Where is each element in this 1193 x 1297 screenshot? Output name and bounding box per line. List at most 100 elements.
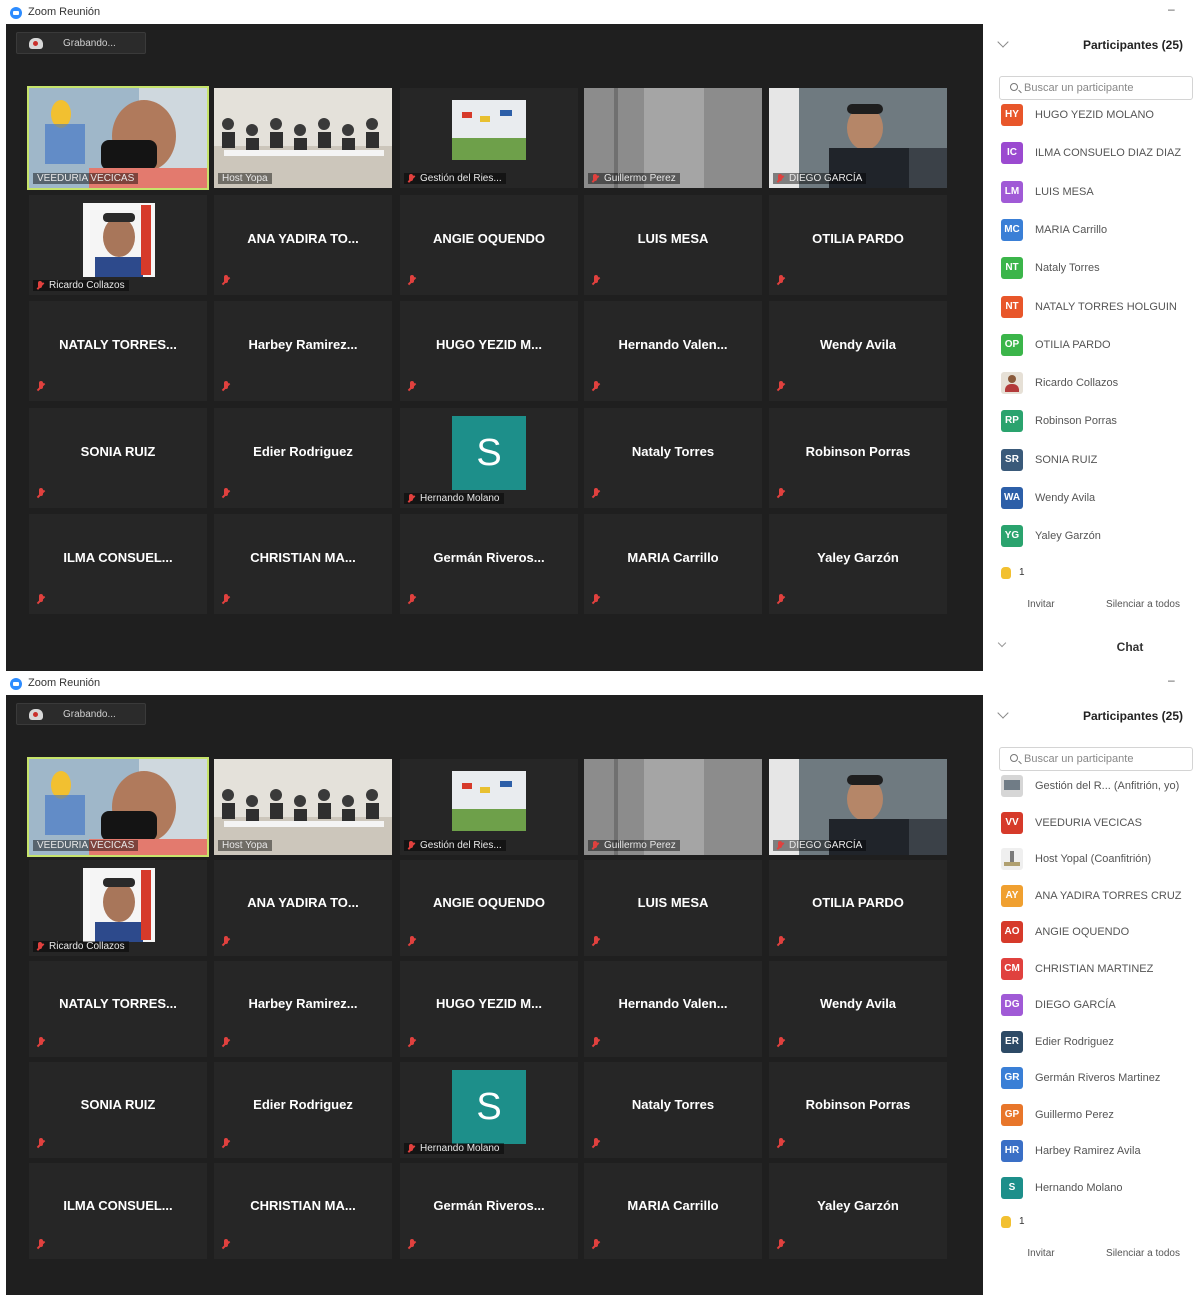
participant-row[interactable]: DG DIEGO GARCÍA xyxy=(1001,994,1193,1018)
video-tile[interactable]: ILMA CONSUEL... xyxy=(29,1163,207,1259)
video-tile[interactable]: CHRISTIAN MA... xyxy=(214,514,392,614)
video-tile[interactable]: Harbey Ramirez... xyxy=(214,301,392,401)
video-tile[interactable]: Robinson Porras xyxy=(769,1062,947,1158)
video-tile[interactable]: CHRISTIAN MA... xyxy=(214,1163,392,1259)
muted-mic-icon xyxy=(408,1239,416,1251)
video-tile[interactable]: Germán Riveros... xyxy=(400,1163,578,1259)
video-tile[interactable]: ANGIE OQUENDO xyxy=(400,195,578,295)
video-tile[interactable]: Guillermo Perez xyxy=(584,88,762,188)
video-tile[interactable]: Host Yopa xyxy=(214,759,392,855)
participant-search[interactable] xyxy=(999,747,1193,771)
video-tile[interactable]: Edier Rodriguez xyxy=(214,1062,392,1158)
participant-row[interactable]: GR Germán Riveros Martinez xyxy=(1001,1067,1193,1091)
video-tile[interactable]: HUGO YEZID M... xyxy=(400,961,578,1057)
chat-header[interactable]: Chat xyxy=(985,638,1193,658)
video-tile[interactable]: Wendy Avila xyxy=(769,301,947,401)
video-tile[interactable]: Gestión del Ries... xyxy=(400,88,578,188)
participant-name: Ricardo Collazos xyxy=(49,280,125,291)
participant-name-label: Hernando Molano xyxy=(404,493,504,504)
participant-row[interactable]: S Hernando Molano xyxy=(1001,1177,1193,1201)
video-tile[interactable]: Nataly Torres xyxy=(584,1062,762,1158)
video-tile[interactable]: Host Yopa xyxy=(214,88,392,188)
participant-row[interactable]: HR Harbey Ramirez Avila xyxy=(1001,1140,1193,1164)
video-tile[interactable]: OTILIA PARDO xyxy=(769,195,947,295)
chevron-down-icon[interactable] xyxy=(997,36,1009,48)
video-tile[interactable]: ANA YADIRA TO... xyxy=(214,195,392,295)
participant-row[interactable]: OP OTILIA PARDO xyxy=(1001,334,1193,358)
invite-button[interactable]: Invitar xyxy=(1011,594,1071,616)
participant-row[interactable]: RP Robinson Porras xyxy=(1001,410,1193,434)
video-tile[interactable]: ANA YADIRA TO... xyxy=(214,860,392,956)
video-tile[interactable]: LUIS MESA xyxy=(584,860,762,956)
video-tile[interactable]: SONIA RUIZ xyxy=(29,408,207,508)
participant-row[interactable]: NT Nataly Torres xyxy=(1001,257,1193,281)
participant-row[interactable]: Gestión del R... (Anfitrión, yo) xyxy=(1001,775,1193,799)
participant-row[interactable]: NT NATALY TORRES HOLGUIN xyxy=(1001,296,1193,320)
muted-mic-icon xyxy=(592,936,600,948)
participant-row[interactable]: LM LUIS MESA xyxy=(1001,181,1193,205)
video-tile[interactable]: MARIA Carrillo xyxy=(584,1163,762,1259)
video-tile[interactable]: LUIS MESA xyxy=(584,195,762,295)
video-tile[interactable]: VEEDURIA VECICAS xyxy=(27,86,209,190)
minimize-icon[interactable]: – xyxy=(1168,2,1175,16)
minimize-icon[interactable]: – xyxy=(1168,673,1175,687)
video-tile[interactable]: VEEDURIA VECICAS xyxy=(27,757,209,857)
participant-avatar: S xyxy=(452,1070,526,1144)
video-tile[interactable]: SONIA RUIZ xyxy=(29,1062,207,1158)
video-tile[interactable]: Harbey Ramirez... xyxy=(214,961,392,1057)
video-tile[interactable]: Yaley Garzón xyxy=(769,1163,947,1259)
video-tile[interactable]: Germán Riveros... xyxy=(400,514,578,614)
video-tile[interactable]: Nataly Torres xyxy=(584,408,762,508)
recording-indicator[interactable]: Grabando... xyxy=(16,703,146,725)
participant-row[interactable]: IC ILMA CONSUELO DIAZ DIAZ xyxy=(1001,142,1193,166)
video-tile[interactable]: Yaley Garzón xyxy=(769,514,947,614)
participant-row[interactable]: VV VEEDURIA VECICAS xyxy=(1001,812,1193,836)
participant-row[interactable]: MC MARIA Carrillo xyxy=(1001,219,1193,243)
video-tile[interactable]: Hernando Valen... xyxy=(584,961,762,1057)
participant-row[interactable]: GP Guillermo Perez xyxy=(1001,1104,1193,1128)
raised-hand-icon xyxy=(1001,1216,1011,1228)
video-tile[interactable]: NATALY TORRES... xyxy=(29,301,207,401)
video-tile[interactable]: Wendy Avila xyxy=(769,961,947,1057)
participant-row[interactable]: AY ANA YADIRA TORRES CRUZ xyxy=(1001,885,1193,909)
video-tile[interactable]: Edier Rodriguez xyxy=(214,408,392,508)
participants-panel: Participantes (25)HYHUGO YEZID MOLANOICI… xyxy=(985,24,1193,670)
video-tile[interactable]: Gestión del Ries... xyxy=(400,759,578,855)
participant-row[interactable]: Ricardo Collazos xyxy=(1001,372,1193,396)
invite-button[interactable]: Invitar xyxy=(1011,1243,1071,1265)
video-tile[interactable]: Robinson Porras xyxy=(769,408,947,508)
video-tile[interactable]: S Hernando Molano xyxy=(400,408,578,508)
participant-name: ANA YADIRA TO... xyxy=(247,231,359,246)
participant-row[interactable]: YG Yaley Garzón xyxy=(1001,525,1193,549)
video-tile[interactable]: DIEGO GARCÍA xyxy=(769,88,947,188)
video-tile[interactable]: HUGO YEZID M... xyxy=(400,301,578,401)
search-input[interactable] xyxy=(1024,751,1189,767)
participant-row[interactable]: AO ANGIE OQUENDO xyxy=(1001,921,1193,945)
participant-list-name: Gestión del R... (Anfitrión, yo) xyxy=(1035,780,1180,792)
video-tile[interactable]: Ricardo Collazos xyxy=(29,860,207,956)
video-tile[interactable]: Ricardo Collazos xyxy=(29,195,207,295)
participant-row[interactable]: SR SONIA RUIZ xyxy=(1001,449,1193,473)
search-input[interactable] xyxy=(1024,80,1189,96)
video-tile[interactable]: NATALY TORRES... xyxy=(29,961,207,1057)
participant-row[interactable]: ER Edier Rodriguez xyxy=(1001,1031,1193,1055)
chevron-down-icon[interactable] xyxy=(997,707,1009,719)
muted-mic-icon xyxy=(777,381,785,393)
participant-row[interactable]: CM CHRISTIAN MARTINEZ xyxy=(1001,958,1193,982)
mute-all-button[interactable]: Silenciar a todos xyxy=(1093,594,1193,616)
video-tile[interactable]: DIEGO GARCÍA xyxy=(769,759,947,855)
video-tile[interactable]: Guillermo Perez xyxy=(584,759,762,855)
video-tile[interactable]: S Hernando Molano xyxy=(400,1062,578,1158)
participant-row[interactable]: WA Wendy Avila xyxy=(1001,487,1193,511)
video-tile[interactable]: ILMA CONSUEL... xyxy=(29,514,207,614)
participant-name: Robinson Porras xyxy=(805,444,911,459)
video-tile[interactable]: OTILIA PARDO xyxy=(769,860,947,956)
mute-all-button[interactable]: Silenciar a todos xyxy=(1093,1243,1193,1265)
video-tile[interactable]: Hernando Valen... xyxy=(584,301,762,401)
participant-row[interactable]: Host Yopal (Coanfitrión) xyxy=(1001,848,1193,872)
participant-row[interactable]: HY HUGO YEZID MOLANO xyxy=(1001,104,1193,128)
participant-search[interactable] xyxy=(999,76,1193,100)
video-tile[interactable]: MARIA Carrillo xyxy=(584,514,762,614)
video-tile[interactable]: ANGIE OQUENDO xyxy=(400,860,578,956)
recording-indicator[interactable]: Grabando... xyxy=(16,32,146,54)
